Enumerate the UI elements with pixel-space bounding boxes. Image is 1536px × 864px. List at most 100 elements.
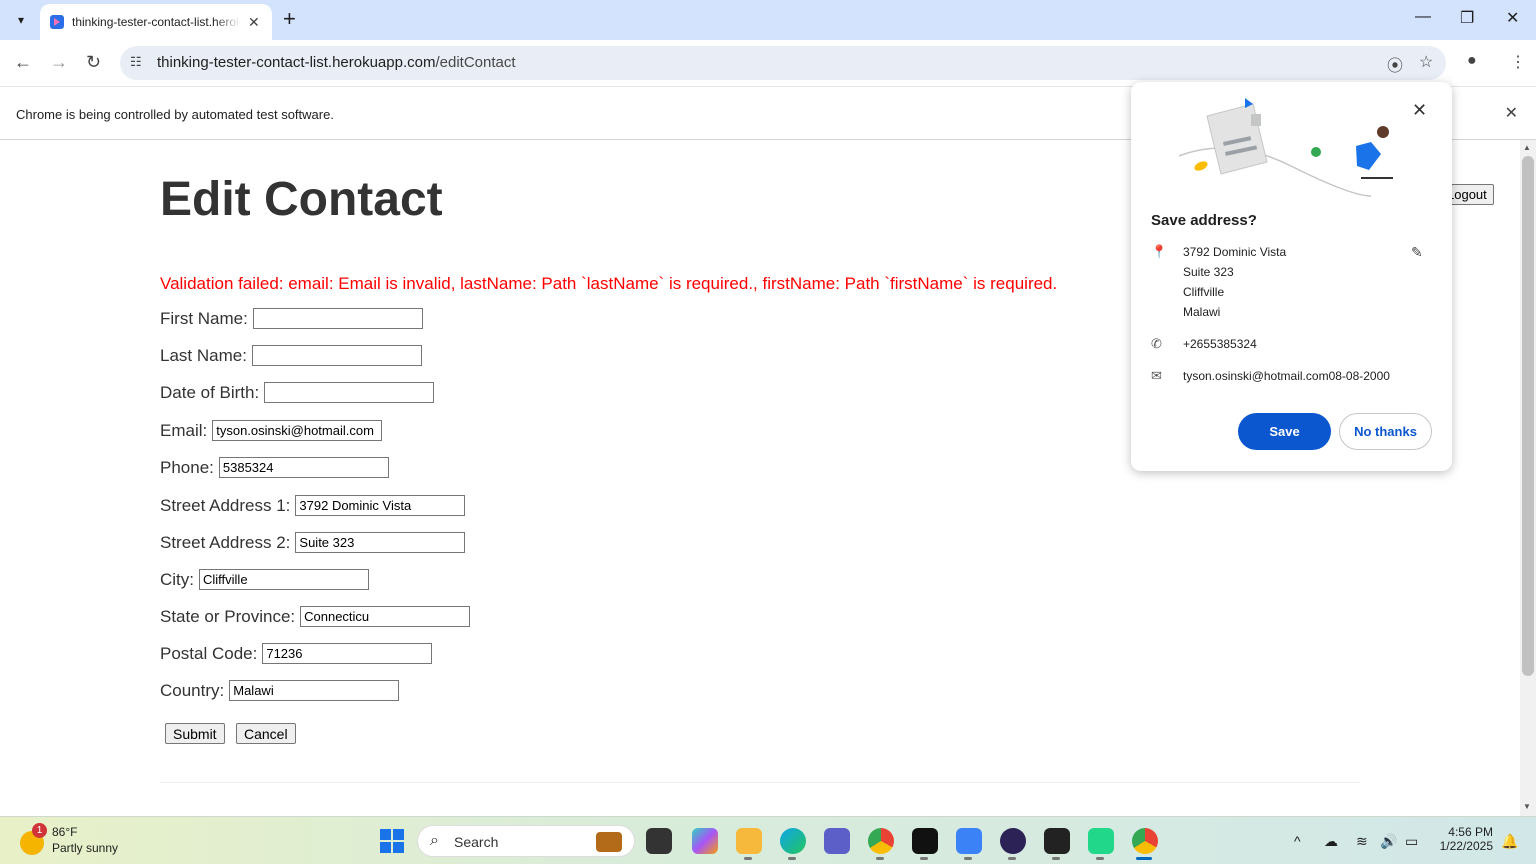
- cancel-button[interactable]: Cancel: [236, 723, 296, 744]
- postal-code-label: Postal Code:: [160, 643, 258, 663]
- chrome-icon[interactable]: [868, 828, 894, 854]
- infobar-message: Chrome is being controlled by automated …: [16, 107, 334, 122]
- street2-input[interactable]: [295, 532, 466, 553]
- onedrive-icon[interactable]: ☁: [1324, 833, 1338, 850]
- clock-time: 4:56 PM: [1448, 825, 1493, 839]
- volume-icon[interactable]: 🔊: [1380, 833, 1397, 850]
- scrollbar-thumb[interactable]: [1522, 156, 1534, 676]
- copilot-icon[interactable]: [692, 828, 718, 854]
- back-icon[interactable]: ←: [14, 52, 32, 72]
- taskbar-clock[interactable]: 4:56 PM 1/22/2025: [1437, 825, 1493, 853]
- menu-kebab-icon[interactable]: ⋮: [1510, 52, 1526, 72]
- phone-input[interactable]: [218, 457, 389, 478]
- intellij-icon[interactable]: [912, 828, 938, 854]
- eclipse-icon[interactable]: [1000, 828, 1026, 854]
- footer-divider: [160, 782, 1360, 783]
- first-name-input[interactable]: [252, 308, 423, 329]
- tab-close-icon[interactable]: ✕: [248, 14, 260, 31]
- city-input[interactable]: [199, 569, 369, 590]
- street2-label: Street Address 2:: [160, 532, 291, 552]
- tray-overflow-icon[interactable]: ^: [1294, 833, 1301, 849]
- popup-email: tyson.osinski@hotmail.com08-08-2000: [1183, 369, 1390, 383]
- popup-close-icon[interactable]: ✕: [1412, 100, 1427, 121]
- running-indicator: [964, 857, 972, 860]
- profile-avatar-icon[interactable]: ●: [1467, 52, 1477, 70]
- email-input[interactable]: [212, 420, 383, 441]
- file-explorer-icon[interactable]: [736, 828, 762, 854]
- popup-title: Save address?: [1151, 212, 1257, 229]
- bookmark-star-icon[interactable]: ☆: [1419, 52, 1433, 72]
- postal-code-input[interactable]: [262, 643, 433, 664]
- last-name-input[interactable]: [251, 345, 422, 366]
- state-input[interactable]: [300, 606, 471, 627]
- submit-button[interactable]: Submit: [165, 723, 225, 744]
- phone-row: Phone:: [160, 457, 389, 478]
- page-title: Edit Contact: [160, 173, 443, 226]
- street2-row: Street Address 2:: [160, 532, 466, 553]
- chrome-active-icon[interactable]: [1132, 828, 1158, 854]
- active-tab[interactable]: thinking-tester-contact-list.herokuapp.c…: [40, 4, 272, 40]
- teams-icon[interactable]: [824, 828, 850, 854]
- site-info-icon[interactable]: ☷: [130, 54, 142, 70]
- wifi-icon[interactable]: ≋: [1356, 833, 1368, 850]
- state-label: State or Province:: [160, 606, 296, 626]
- restore-icon[interactable]: ❐: [1460, 8, 1474, 28]
- forward-icon[interactable]: →: [50, 52, 68, 72]
- taskbar-search-label: Search: [454, 834, 499, 850]
- battery-icon[interactable]: ▭: [1405, 833, 1418, 850]
- street1-input[interactable]: [295, 495, 466, 516]
- birthdate-label: Date of Birth:: [160, 382, 260, 402]
- address-line: Malawi: [1183, 305, 1221, 319]
- window-close-icon[interactable]: ✕: [1506, 8, 1519, 28]
- task-view-icon[interactable]: [646, 828, 672, 854]
- start-windows-icon[interactable]: [380, 829, 404, 853]
- state-row: State or Province:: [160, 606, 471, 627]
- taskbar-search[interactable]: ⌕ Search: [417, 825, 635, 857]
- address-line: 3792 Dominic Vista: [1183, 245, 1287, 259]
- edit-pencil-icon[interactable]: ✎: [1411, 244, 1423, 261]
- tab-strip: ▾ thinking-tester-contact-list.herokuapp…: [0, 0, 1536, 40]
- street1-row: Street Address 1:: [160, 495, 466, 516]
- scroll-down-icon[interactable]: ▼: [1523, 802, 1531, 811]
- scroll-up-icon[interactable]: ▲: [1523, 143, 1531, 152]
- minimize-icon[interactable]: —: [1415, 8, 1431, 26]
- running-indicator: [1008, 857, 1016, 860]
- postal-code-row: Postal Code:: [160, 643, 433, 664]
- search-highlight-icon: [596, 832, 622, 852]
- first-name-label: First Name:: [160, 308, 248, 328]
- site-favicon-icon: [50, 15, 64, 29]
- address-illustration-icon: [1178, 98, 1393, 197]
- first-name-row: First Name:: [160, 308, 423, 329]
- no-thanks-button[interactable]: No thanks: [1339, 413, 1432, 450]
- country-row: Country:: [160, 680, 400, 701]
- reload-icon[interactable]: ↻: [86, 52, 101, 72]
- running-indicator: [1052, 857, 1060, 860]
- running-indicator: [876, 857, 884, 860]
- edge-icon[interactable]: [780, 828, 806, 854]
- notepad-icon[interactable]: [956, 828, 982, 854]
- tab-search-button[interactable]: ▾: [8, 7, 34, 33]
- weather-badge: 1: [32, 823, 47, 838]
- country-input[interactable]: [229, 680, 400, 701]
- page-scrollbar[interactable]: ▲ ▼: [1520, 140, 1536, 816]
- country-label: Country:: [160, 680, 225, 700]
- location-pin-icon[interactable]: ⦿: [1387, 52, 1403, 76]
- city-row: City:: [160, 569, 369, 590]
- last-name-label: Last Name:: [160, 345, 247, 365]
- save-address-button[interactable]: Save: [1238, 413, 1331, 450]
- address-bar[interactable]: ☷ thinking-tester-contact-list.herokuapp…: [120, 46, 1446, 80]
- notification-bell-icon[interactable]: 🔔: [1501, 833, 1518, 850]
- infobar-close-icon[interactable]: ✕: [1505, 103, 1518, 123]
- birthdate-input[interactable]: [264, 382, 435, 403]
- popup-phone: +2655385324: [1183, 337, 1257, 351]
- browser-toolbar: ← → ↻ ☷ thinking-tester-contact-list.her…: [0, 40, 1536, 86]
- street1-label: Street Address 1:: [160, 495, 291, 515]
- phone-icon: ✆: [1151, 336, 1162, 351]
- address-line: Suite 323: [1183, 265, 1234, 279]
- birthdate-row: Date of Birth:: [160, 382, 435, 403]
- pycharm-icon[interactable]: [1088, 828, 1114, 854]
- terminal-icon[interactable]: [1044, 828, 1070, 854]
- new-tab-button[interactable]: +: [283, 8, 296, 30]
- windows-taskbar: 1 86°F Partly sunny ⌕ Search ^ ☁ ≋ 🔊 ▭ 4…: [0, 816, 1536, 864]
- running-indicator: [1096, 857, 1104, 860]
